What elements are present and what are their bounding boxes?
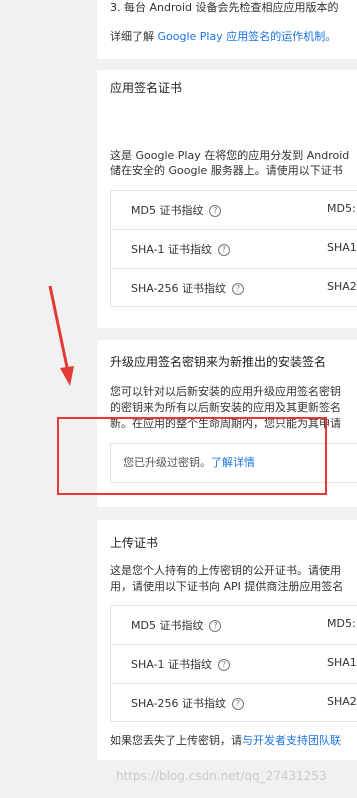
upgrade-desc-2: 的密钥来为所有以后新安装的应用及其更新签名 bbox=[110, 401, 341, 414]
app-signing-info-link[interactable]: Google Play 应用签名的运作机制。 bbox=[158, 30, 337, 43]
upload-sha1-row: SHA-1 证书指纹? SHA1 bbox=[110, 644, 357, 682]
help-icon[interactable]: ? bbox=[218, 659, 231, 671]
app-signing-title: 应用签名证书 bbox=[110, 81, 183, 95]
annotation-arrow-icon bbox=[48, 285, 74, 386]
app-md5-row: MD5 证书指纹? MD5: bbox=[110, 190, 357, 228]
help-icon[interactable]: ? bbox=[232, 698, 244, 710]
upgrade-title: 升级应用签名密钥来为新推出的安装签名 bbox=[110, 355, 327, 369]
sha1-value: SHA1 bbox=[327, 656, 357, 669]
md5-label: MD5 证书指纹? bbox=[131, 617, 222, 633]
upload-md5-row: MD5 证书指纹? MD5: bbox=[110, 605, 357, 643]
sha1-label: SHA-1 证书指纹? bbox=[131, 656, 231, 672]
help-icon[interactable]: ? bbox=[232, 283, 244, 295]
learn-more-line: 详细了解 Google Play 应用签名的运作机制。 bbox=[110, 29, 336, 44]
top-card: 3. 每台 Android 设备会先检查相应应用版本的 详细了解 Google … bbox=[97, 0, 357, 59]
upload-title: 上传证书 bbox=[110, 536, 159, 550]
annotation-highlight-box bbox=[57, 417, 327, 495]
md5-value: MD5: bbox=[327, 617, 356, 630]
upgrade-desc-1: 您可以针对以后新安装的应用升级应用签名密钥 bbox=[110, 385, 341, 398]
sha256-value: SHA2 bbox=[327, 280, 357, 293]
sha256-value: SHA2 bbox=[327, 695, 357, 708]
help-icon[interactable]: ? bbox=[209, 620, 222, 632]
learn-more-prefix: 详细了解 bbox=[110, 30, 158, 43]
sha256-label: SHA-256 证书指纹? bbox=[131, 280, 244, 296]
app-sha256-row: SHA-256 证书指纹? SHA2 bbox=[110, 268, 357, 307]
upload-desc-2: 用，请使用以下证书向 API 提供商注册应用签名 bbox=[110, 580, 344, 593]
md5-label: MD5 证书指纹? bbox=[131, 202, 222, 218]
step-3-text: 3. 每台 Android 设备会先检查相应应用版本的 bbox=[110, 1, 339, 14]
upload-footer: 如果您丢失了上传密钥，请与开发者支持团队联 bbox=[110, 734, 341, 747]
app-signing-desc-2: 储在安全的 Google 服务器上。请使用以下证书 bbox=[110, 164, 343, 177]
help-icon[interactable]: ? bbox=[209, 205, 222, 217]
app-signing-desc-1: 这是 Google Play 在将您的应用分发到 Android bbox=[110, 149, 350, 162]
watermark: https://blog.csdn.net/qq_27431253 bbox=[116, 769, 327, 783]
upload-desc-1: 这是您个人持有的上传密钥的公开证书。请使用 bbox=[110, 564, 341, 577]
upload-sha256-row: SHA-256 证书指纹? SHA2 bbox=[110, 683, 357, 722]
sha256-label: SHA-256 证书指纹? bbox=[131, 695, 244, 711]
sha1-label: SHA-1 证书指纹? bbox=[131, 241, 231, 257]
sha1-value: SHA1 bbox=[327, 241, 357, 254]
app-sha1-row: SHA-1 证书指纹? SHA1 bbox=[110, 229, 357, 267]
developer-support-link[interactable]: 与开发者支持团队联 bbox=[242, 734, 341, 747]
help-icon[interactable]: ? bbox=[218, 244, 231, 256]
md5-value: MD5: bbox=[327, 202, 356, 215]
